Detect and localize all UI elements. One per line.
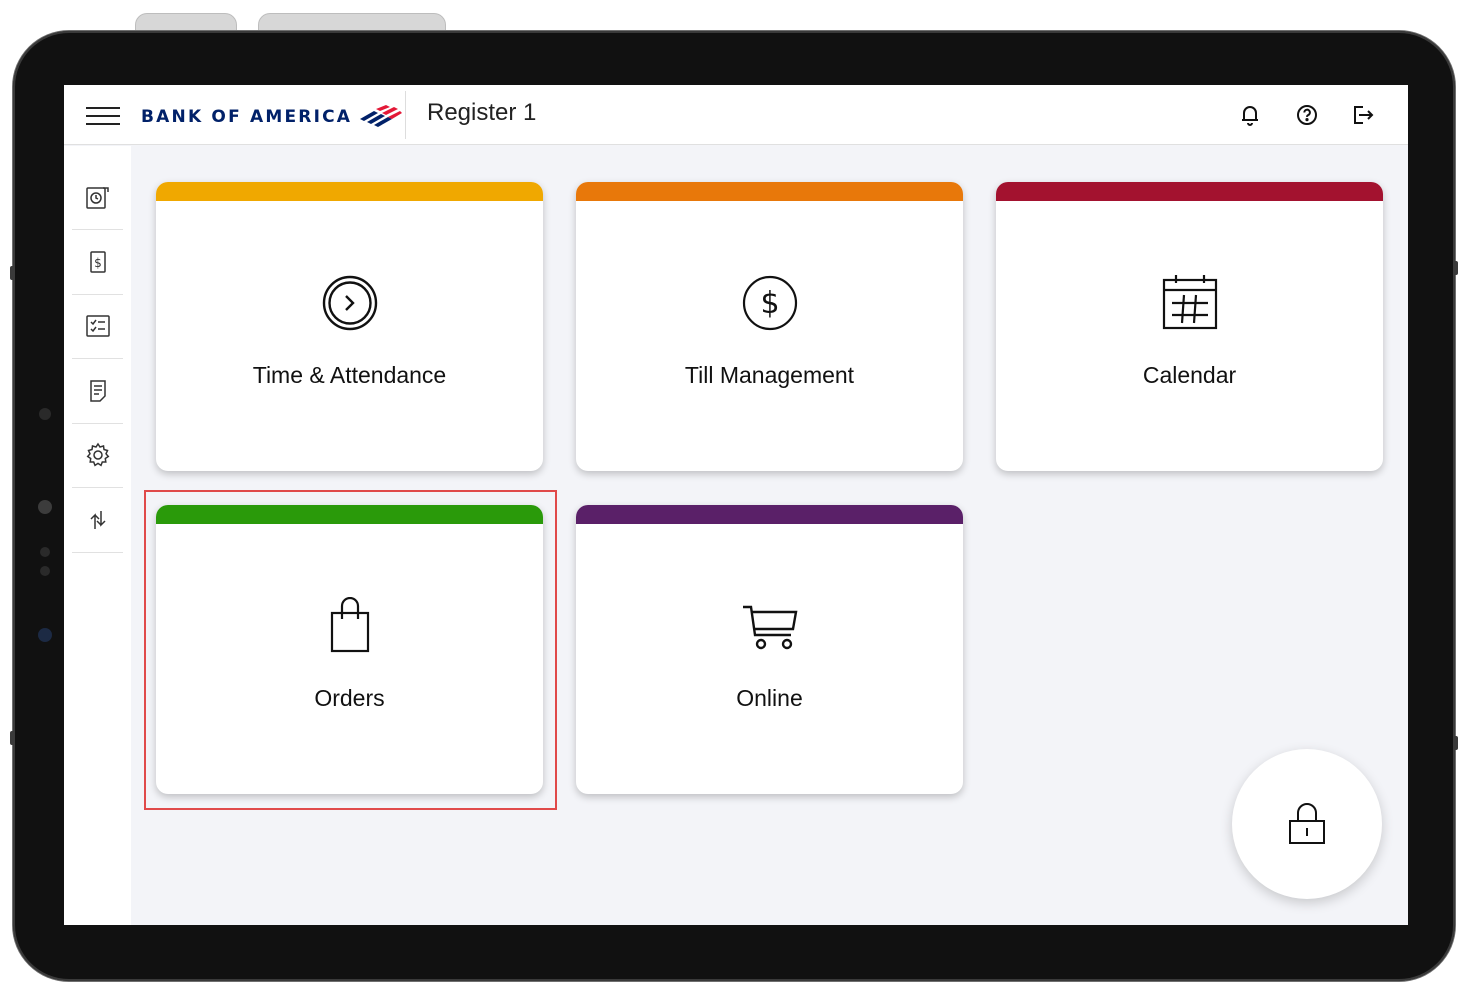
checklist-icon	[85, 315, 110, 337]
tile-color-band	[576, 182, 963, 201]
svg-text:$: $	[94, 256, 102, 270]
camera-dot	[39, 408, 51, 420]
camera-dot	[40, 547, 50, 557]
page-title: Register 1	[427, 99, 537, 126]
bell-icon[interactable]	[1237, 102, 1263, 128]
side-key	[1453, 261, 1458, 275]
lock-icon	[1289, 803, 1325, 844]
side-key	[1453, 736, 1458, 750]
header-divider	[405, 91, 406, 139]
sidebar-item-tasks[interactable]	[72, 294, 123, 359]
tile-label: Time & Attendance	[252, 362, 447, 388]
tile-label: Orders	[314, 685, 385, 711]
dollar-circle-icon: $	[742, 275, 797, 331]
calendar-icon	[1162, 275, 1217, 330]
tile-label: Calendar	[1142, 362, 1237, 388]
brand-logo: BANK OF AMERICA	[141, 104, 403, 130]
flag-logo-icon	[360, 105, 403, 127]
sidebar-item-till[interactable]: $	[72, 230, 123, 295]
app-screen: BANK OF AMERICA Register 1 $ Time & Atte…	[64, 85, 1408, 925]
tile-time-attendance[interactable]: Time & Attendance	[156, 182, 543, 471]
tile-color-band	[156, 182, 543, 201]
document-icon	[89, 380, 106, 402]
sidebar: $	[64, 146, 131, 925]
tile-till-management[interactable]: $ Till Management	[576, 182, 963, 471]
tile-color-band	[996, 182, 1383, 201]
camera-dot	[38, 500, 52, 514]
logout-icon[interactable]	[1350, 102, 1376, 128]
clock-rotate-icon	[85, 187, 109, 209]
help-circle-icon[interactable]	[1294, 102, 1320, 128]
tile-calendar[interactable]: Calendar	[996, 182, 1383, 471]
camera-dot	[40, 566, 50, 576]
camera-dot	[38, 628, 52, 642]
side-key	[10, 731, 15, 745]
lock-button[interactable]	[1232, 749, 1382, 899]
sidebar-item-sync[interactable]	[72, 488, 123, 553]
tile-online[interactable]: Online	[576, 505, 963, 794]
tile-label: Online	[736, 685, 803, 711]
clock-arrow-icon	[322, 275, 377, 331]
svg-text:$: $	[760, 286, 779, 321]
tile-label: Till Management	[684, 362, 855, 388]
sidebar-item-time[interactable]	[72, 165, 123, 230]
brand-name: BANK OF AMERICA	[141, 107, 353, 127]
sync-arrows-icon	[89, 511, 106, 529]
shopping-bag-icon	[330, 597, 369, 653]
menu-icon[interactable]	[86, 107, 120, 125]
gear-icon	[86, 442, 109, 467]
tile-orders[interactable]: Orders	[156, 505, 543, 794]
shopping-cart-icon	[742, 605, 797, 650]
tile-color-band	[576, 505, 963, 524]
sidebar-item-settings[interactable]	[72, 423, 123, 488]
side-key	[10, 266, 15, 280]
dollar-receipt-icon: $	[89, 251, 106, 273]
sidebar-item-documents[interactable]	[72, 359, 123, 424]
top-bar: BANK OF AMERICA Register 1	[64, 85, 1408, 145]
tile-color-band	[156, 505, 543, 524]
